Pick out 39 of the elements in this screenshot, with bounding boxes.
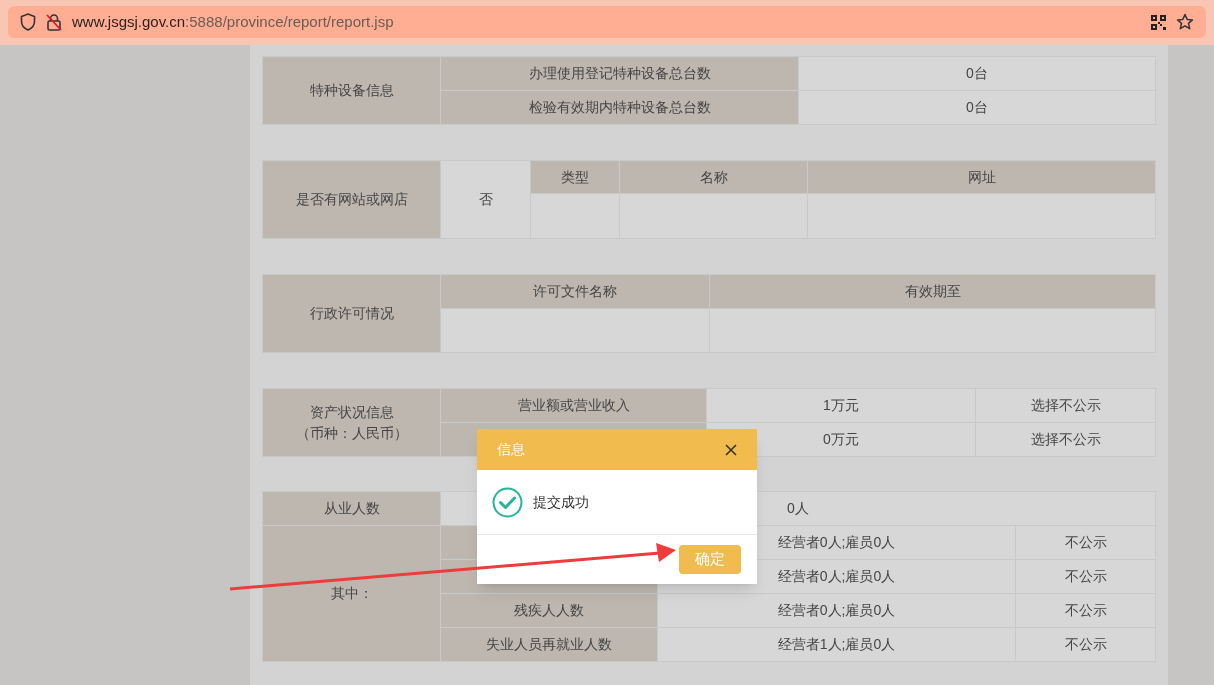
table-cell: 选择不公示 (975, 422, 1156, 457)
table-cell: 0台 (798, 56, 1156, 91)
lock-warning-icon[interactable] (46, 13, 62, 31)
address-bar[interactable]: www.jsgsj.gov.cn:5888/province/report/report.jsp (8, 6, 1206, 38)
url-text[interactable]: www.jsgsj.gov.cn:5888/province/report/report.jsp (72, 10, 394, 34)
row-header: 残疾人人数 (440, 593, 658, 628)
row-header: 是否有网站或网店 (262, 160, 441, 239)
row-header: 检验有效期内特种设备总台数 (440, 90, 799, 125)
shield-icon[interactable] (20, 13, 36, 31)
table-cell: 否 (440, 160, 531, 239)
row-header: 其中： (262, 525, 441, 662)
column-header: 类型 (530, 160, 620, 194)
table-cell: 经营者0人;雇员0人 (657, 593, 1016, 628)
row-header: 从业人数 (262, 491, 441, 526)
row-header: 办理使用登记特种设备总台数 (440, 56, 799, 91)
table-cell: 不公示 (1015, 559, 1156, 594)
column-header: 许可文件名称 (440, 274, 710, 309)
table-cell: 不公示 (1015, 627, 1156, 662)
close-icon[interactable] (725, 443, 737, 456)
qr-code-icon[interactable] (1151, 14, 1166, 30)
table-cell: 不公示 (1015, 525, 1156, 560)
column-header: 有效期至 (709, 274, 1156, 309)
row-header-text: 资产状况信息 (308, 402, 395, 422)
row-header-text: （币种：人民币） (294, 423, 409, 443)
row-header: 失业人员再就业人数 (440, 627, 658, 662)
column-header: 名称 (619, 160, 808, 194)
table-cell: 1万元 (706, 388, 976, 423)
row-header: 特种设备信息 (262, 56, 441, 125)
table-cell: 经营者1人;雇员0人 (657, 627, 1016, 662)
table-cell: 选择不公示 (975, 388, 1156, 423)
table-cell: 0台 (798, 90, 1156, 125)
dialog-message: 提交成功 (533, 492, 589, 512)
column-header: 网址 (807, 160, 1156, 194)
row-header: 行政许可情况 (262, 274, 441, 353)
star-icon[interactable] (1176, 13, 1194, 31)
check-circle-icon (492, 486, 523, 518)
dialog-title: 信息 (497, 440, 525, 459)
table-cell: 不公示 (1015, 593, 1156, 628)
row-header: 营业额或营业收入 (440, 388, 707, 423)
